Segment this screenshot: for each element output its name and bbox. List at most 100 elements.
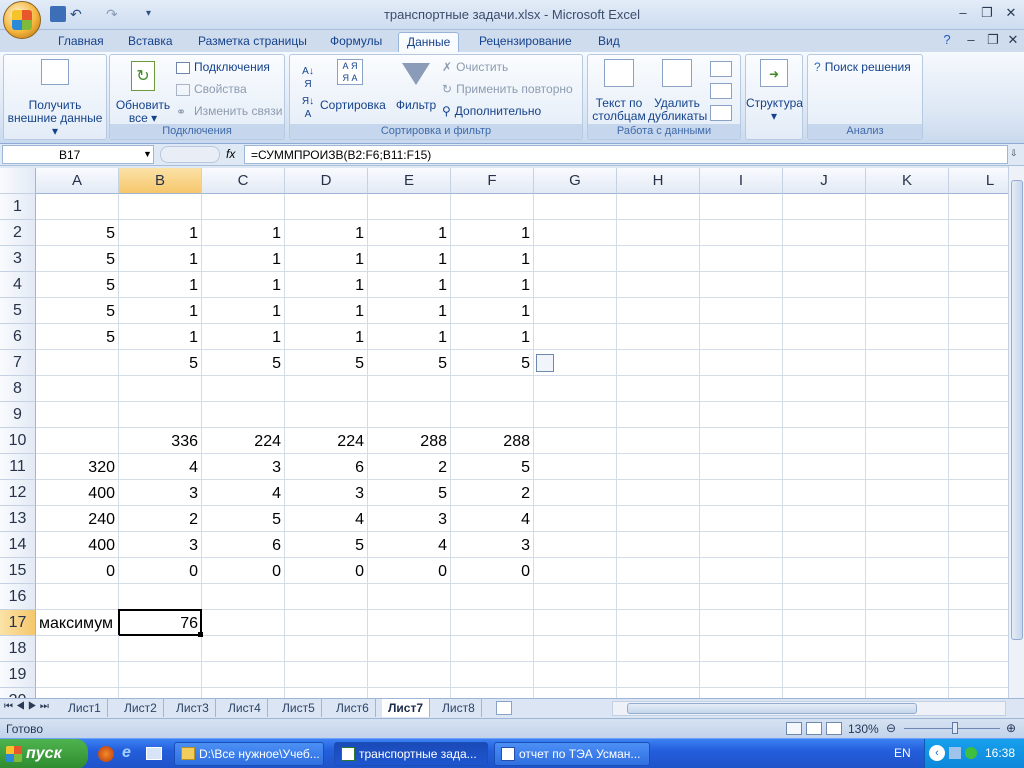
column-header-j[interactable]: J <box>783 168 866 194</box>
cell-f1[interactable] <box>451 194 534 220</box>
row-header-1[interactable]: 1 <box>0 194 36 220</box>
insert-function-button[interactable]: fx <box>226 147 235 161</box>
cell-f18[interactable] <box>451 636 534 662</box>
cell-i20[interactable] <box>700 688 783 698</box>
normal-view-icon[interactable] <box>786 722 802 735</box>
cell-f7[interactable]: 5 <box>451 350 534 376</box>
cell-d10[interactable]: 224 <box>285 428 368 454</box>
tab-insert[interactable]: Вставка <box>120 32 181 52</box>
cell-g14[interactable] <box>534 532 617 558</box>
tab-home[interactable]: Главная <box>50 32 112 52</box>
cell-c10[interactable]: 224 <box>202 428 285 454</box>
column-header-b[interactable]: B <box>119 168 202 194</box>
sheet-tab-5[interactable]: Лист5 <box>276 699 322 717</box>
cell-e10[interactable]: 288 <box>368 428 451 454</box>
cell-g13[interactable] <box>534 506 617 532</box>
cell-c13[interactable]: 5 <box>202 506 285 532</box>
cell-j8[interactable] <box>783 376 866 402</box>
cell-f6[interactable]: 1 <box>451 324 534 350</box>
row-header-6[interactable]: 6 <box>0 324 36 350</box>
cell-b1[interactable] <box>119 194 202 220</box>
cell-l4[interactable] <box>949 272 1008 298</box>
cell-f11[interactable]: 5 <box>451 454 534 480</box>
cell-h19[interactable] <box>617 662 700 688</box>
cell-a13[interactable]: 240 <box>36 506 119 532</box>
cell-g16[interactable] <box>534 584 617 610</box>
cell-g12[interactable] <box>534 480 617 506</box>
cell-b5[interactable]: 1 <box>119 298 202 324</box>
column-header-e[interactable]: E <box>368 168 451 194</box>
cell-g20[interactable] <box>534 688 617 698</box>
cell-a4[interactable]: 5 <box>36 272 119 298</box>
row-header-18[interactable]: 18 <box>0 636 36 662</box>
cell-k7[interactable] <box>866 350 949 376</box>
cell-j10[interactable] <box>783 428 866 454</box>
network-icon[interactable] <box>949 747 961 759</box>
cell-k6[interactable] <box>866 324 949 350</box>
cell-h17[interactable] <box>617 610 700 636</box>
cell-f16[interactable] <box>451 584 534 610</box>
cell-k12[interactable] <box>866 480 949 506</box>
workbook-minimize-button[interactable]: – <box>960 32 982 48</box>
cell-e1[interactable] <box>368 194 451 220</box>
properties-button[interactable]: Свойства <box>176 83 247 96</box>
opera-icon[interactable] <box>98 746 114 762</box>
cell-b12[interactable]: 3 <box>119 480 202 506</box>
page-layout-view-icon[interactable] <box>806 722 822 735</box>
cell-j6[interactable] <box>783 324 866 350</box>
cell-c3[interactable]: 1 <box>202 246 285 272</box>
close-button[interactable]: ✕ <box>1000 5 1022 21</box>
cell-c12[interactable]: 4 <box>202 480 285 506</box>
cell-i19[interactable] <box>700 662 783 688</box>
cell-e6[interactable]: 1 <box>368 324 451 350</box>
cell-l18[interactable] <box>949 636 1008 662</box>
cell-k13[interactable] <box>866 506 949 532</box>
internet-explorer-icon[interactable]: e <box>122 744 131 762</box>
cell-f20[interactable] <box>451 688 534 698</box>
reapply-button[interactable]: ↻ Применить повторно <box>442 83 573 96</box>
cell-l20[interactable] <box>949 688 1008 698</box>
tab-formulas[interactable]: Формулы <box>322 32 390 52</box>
tab-data[interactable]: Данные <box>398 32 460 52</box>
cell-a8[interactable] <box>36 376 119 402</box>
cell-l8[interactable] <box>949 376 1008 402</box>
expand-formula-bar-icon[interactable]: ⇩ <box>1010 148 1018 159</box>
sheet-tab-4[interactable]: Лист4 <box>222 699 268 717</box>
cell-i15[interactable] <box>700 558 783 584</box>
cell-d1[interactable] <box>285 194 368 220</box>
name-box[interactable]: B17 ▼ <box>2 145 154 164</box>
cell-e19[interactable] <box>368 662 451 688</box>
cell-k2[interactable] <box>866 220 949 246</box>
cell-e11[interactable]: 2 <box>368 454 451 480</box>
column-header-a[interactable]: A <box>36 168 119 194</box>
cell-e18[interactable] <box>368 636 451 662</box>
cell-j5[interactable] <box>783 298 866 324</box>
cell-c14[interactable]: 6 <box>202 532 285 558</box>
sheet-tab-7[interactable]: Лист7 <box>382 699 431 717</box>
cell-f2[interactable]: 1 <box>451 220 534 246</box>
column-header-c[interactable]: C <box>202 168 285 194</box>
cell-j14[interactable] <box>783 532 866 558</box>
vertical-scrollbar[interactable] <box>1008 166 1024 698</box>
connections-button[interactable]: Подключения <box>176 61 270 74</box>
cell-k4[interactable] <box>866 272 949 298</box>
cell-i17[interactable] <box>700 610 783 636</box>
vertical-scroll-thumb[interactable] <box>1011 180 1023 640</box>
sheet-tab-2[interactable]: Лист2 <box>118 699 164 717</box>
remove-duplicates-button[interactable]: Удалить дубликаты <box>648 59 707 123</box>
cell-c19[interactable] <box>202 662 285 688</box>
cell-j3[interactable] <box>783 246 866 272</box>
cell-j20[interactable] <box>783 688 866 698</box>
row-header-3[interactable]: 3 <box>0 246 36 272</box>
cell-c2[interactable]: 1 <box>202 220 285 246</box>
row-header-10[interactable]: 10 <box>0 428 36 454</box>
cell-g8[interactable] <box>534 376 617 402</box>
cell-d9[interactable] <box>285 402 368 428</box>
cell-a20[interactable] <box>36 688 119 698</box>
row-header-4[interactable]: 4 <box>0 272 36 298</box>
sort-az-button[interactable]: А↓ Я <box>298 65 318 91</box>
cell-f4[interactable]: 1 <box>451 272 534 298</box>
cell-c15[interactable]: 0 <box>202 558 285 584</box>
sheet-tab-3[interactable]: Лист3 <box>170 699 216 717</box>
tab-page-layout[interactable]: Разметка страницы <box>190 32 315 52</box>
